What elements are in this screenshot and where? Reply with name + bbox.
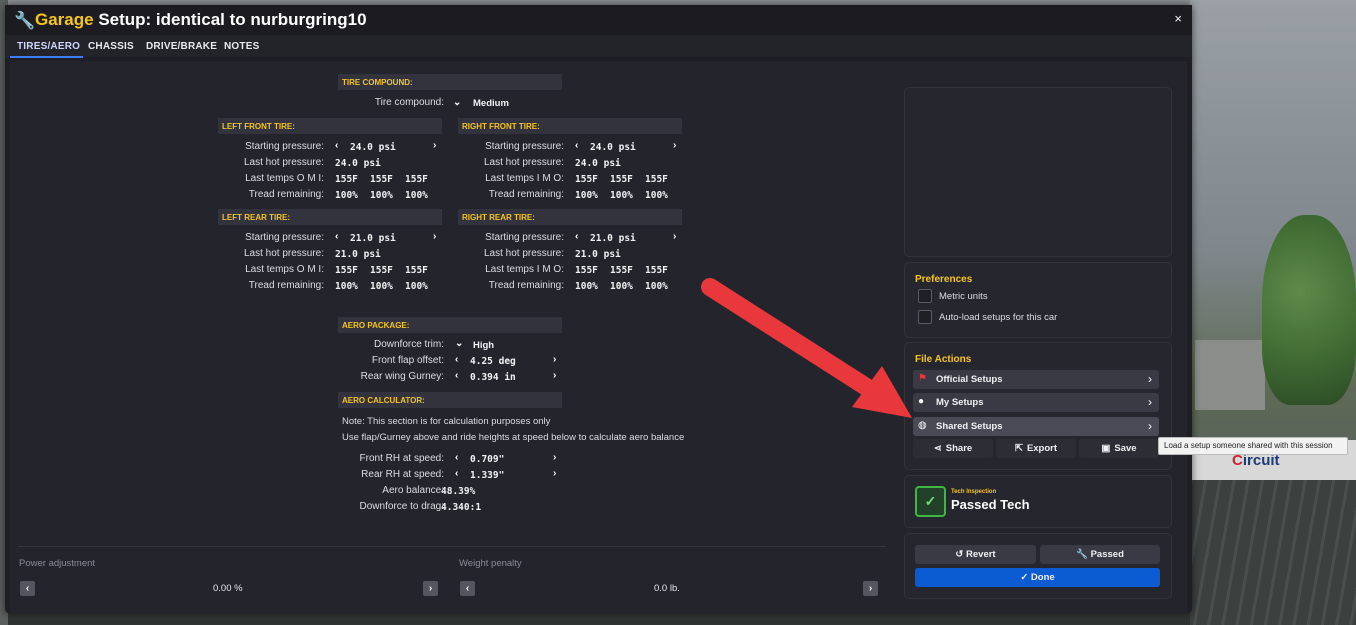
red-arrow-annotation — [701, 278, 912, 418]
shared-setups-tooltip: Load a setup someone shared with this se… — [1158, 437, 1348, 455]
arrow-shaft — [701, 278, 891, 406]
